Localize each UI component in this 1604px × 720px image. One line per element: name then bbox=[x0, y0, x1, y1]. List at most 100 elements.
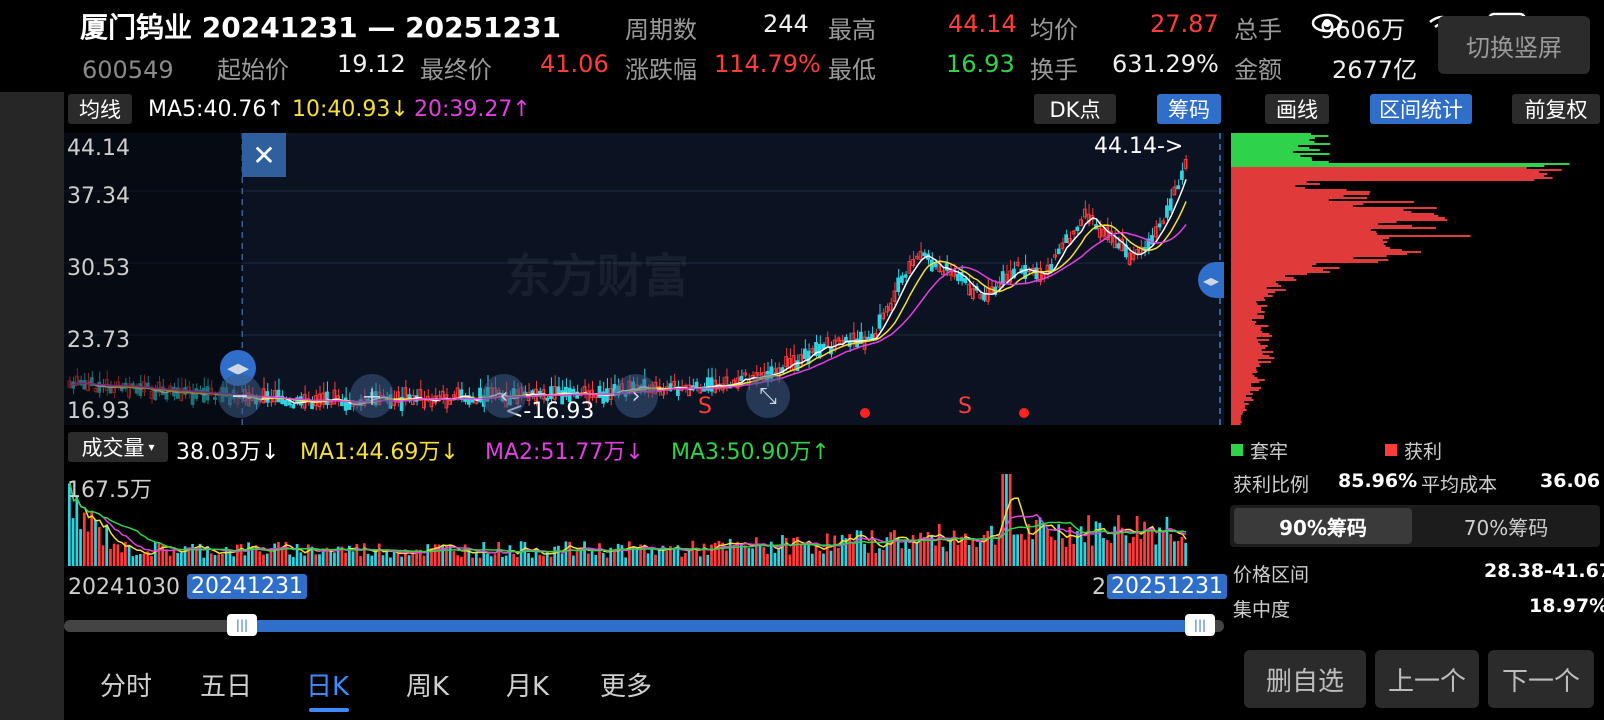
volume-bar bbox=[702, 543, 706, 566]
volume-bar bbox=[1083, 542, 1087, 566]
delete-watchlist-button[interactable]: 删自选 bbox=[1244, 650, 1366, 708]
chip-bar bbox=[1231, 279, 1297, 281]
chip-bar bbox=[1231, 401, 1245, 403]
chip-bar bbox=[1231, 197, 1368, 199]
volume-bar bbox=[889, 532, 893, 566]
dk-point-button[interactable]: DK点 bbox=[1034, 94, 1116, 124]
range-start-handle-icon[interactable]: ||| bbox=[227, 614, 257, 636]
chip-bar bbox=[1231, 415, 1242, 417]
stat-value: 27.87 bbox=[1150, 10, 1219, 38]
volume-bar bbox=[810, 553, 814, 566]
chip-bar bbox=[1231, 137, 1315, 139]
chip-bar bbox=[1231, 255, 1387, 257]
tab-70-chips[interactable]: 70%筹码 bbox=[1416, 508, 1596, 544]
chips-button[interactable]: 筹码 bbox=[1157, 94, 1221, 124]
chip-bar bbox=[1231, 309, 1261, 311]
chip-bar bbox=[1231, 177, 1553, 179]
chip-bar bbox=[1231, 355, 1270, 357]
switch-orientation-button[interactable]: 切换竖屏 bbox=[1438, 16, 1590, 74]
chip-bar bbox=[1231, 253, 1408, 255]
close-icon[interactable]: ✕ bbox=[242, 133, 286, 177]
indicator-select[interactable]: 均线 bbox=[68, 94, 132, 124]
chip-bar bbox=[1231, 399, 1254, 401]
volume-bar bbox=[990, 525, 993, 566]
tab-90-chips[interactable]: 90%筹码 bbox=[1234, 508, 1412, 544]
volume-bar bbox=[292, 557, 295, 566]
volume-bar bbox=[945, 551, 949, 566]
volume-select[interactable]: 成交量 ▾ bbox=[68, 432, 168, 462]
tab-daily-k[interactable]: 日K bbox=[306, 666, 349, 703]
range-stats-button[interactable]: 区间统计 bbox=[1370, 94, 1472, 124]
previous-stock-button[interactable]: 上一个 bbox=[1375, 650, 1479, 708]
volume-bar bbox=[837, 548, 840, 566]
chip-bar bbox=[1231, 161, 1329, 163]
chevron-left-icon[interactable]: ‹ bbox=[482, 374, 526, 418]
volume-bar bbox=[1143, 521, 1146, 566]
sell-marker: S bbox=[698, 394, 712, 419]
chip-bar bbox=[1231, 285, 1282, 287]
tab-five-day[interactable]: 五日 bbox=[200, 666, 252, 703]
stock-code: 600549 bbox=[82, 56, 174, 84]
chip-bar bbox=[1231, 387, 1262, 389]
chip-bar bbox=[1231, 405, 1246, 407]
chip-bar bbox=[1231, 145, 1299, 147]
range-end-handle-icon[interactable]: ||| bbox=[1185, 614, 1215, 636]
tab-monthly-k[interactable]: 月K bbox=[506, 666, 549, 703]
chip-bar bbox=[1231, 157, 1312, 159]
volume-bar bbox=[616, 543, 620, 566]
volume-bar bbox=[1117, 515, 1120, 566]
candle-body bbox=[881, 312, 886, 320]
volume-bar bbox=[172, 549, 176, 566]
chip-bar bbox=[1231, 143, 1331, 145]
minus-icon[interactable]: − bbox=[218, 374, 262, 418]
candle-body bbox=[1015, 261, 1020, 266]
chevron-right-icon[interactable]: › bbox=[614, 374, 658, 418]
tab-weekly-k[interactable]: 周K bbox=[406, 666, 449, 703]
next-stock-button[interactable]: 下一个 bbox=[1488, 650, 1594, 708]
candle-body bbox=[1168, 198, 1173, 211]
collapse-icon[interactable]: ⤡ bbox=[746, 374, 790, 418]
plus-icon[interactable]: ＋ bbox=[350, 374, 394, 418]
volume-bar bbox=[1053, 540, 1057, 566]
volume-bar bbox=[109, 548, 112, 566]
chip-bar bbox=[1231, 337, 1257, 339]
volume-bar bbox=[168, 555, 172, 566]
candle-body bbox=[956, 273, 960, 281]
tab-intraday[interactable]: 分时 bbox=[100, 666, 152, 703]
volume-bar bbox=[127, 544, 131, 566]
draw-line-button[interactable]: 画线 bbox=[1265, 94, 1329, 124]
volume-bar bbox=[82, 512, 86, 566]
volume-bar bbox=[866, 552, 870, 566]
volume-bar bbox=[874, 553, 878, 566]
volume-bar bbox=[1135, 515, 1139, 566]
volume-bar bbox=[937, 523, 941, 566]
volume-bar bbox=[777, 548, 781, 566]
stat-value: 114.79% bbox=[714, 50, 821, 78]
chip-bar bbox=[1231, 397, 1252, 399]
volume-bar bbox=[370, 555, 374, 566]
chip-distribution-chart bbox=[1231, 133, 1601, 425]
chip-bar bbox=[1231, 395, 1246, 397]
chip-bar bbox=[1231, 369, 1257, 371]
volume-bar bbox=[1109, 542, 1113, 566]
volume-chart[interactable] bbox=[64, 468, 1224, 566]
chip-bar bbox=[1231, 287, 1267, 289]
concentration-label: 集中度 bbox=[1233, 599, 1291, 621]
chip-bar bbox=[1231, 241, 1388, 243]
chip-bar bbox=[1231, 159, 1313, 161]
candle-body bbox=[325, 391, 329, 406]
volume-bar bbox=[258, 551, 262, 566]
chip-bar bbox=[1231, 147, 1310, 149]
tab-more[interactable]: 更多 bbox=[600, 666, 652, 703]
price-adjust-button[interactable]: 前复权 bbox=[1512, 94, 1600, 124]
volume-bar bbox=[710, 544, 713, 566]
ma20-readout: 20:39.27↑ bbox=[414, 97, 531, 122]
chip-bar bbox=[1231, 289, 1286, 291]
chip-bar bbox=[1231, 319, 1253, 321]
stat-label: 起始价 bbox=[217, 56, 289, 84]
volume-bar bbox=[1120, 527, 1124, 566]
chip-bar bbox=[1231, 403, 1249, 405]
chip-bar bbox=[1231, 207, 1437, 209]
volume-bar bbox=[1132, 536, 1135, 566]
volume-bar bbox=[202, 557, 206, 566]
